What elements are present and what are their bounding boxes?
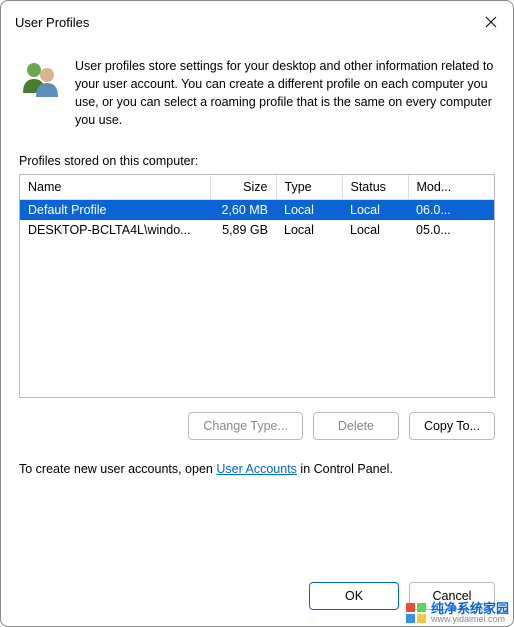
ok-button[interactable]: OK	[309, 582, 399, 610]
cell-modified: 06.0...	[408, 199, 494, 220]
cell-size: 5,89 GB	[210, 220, 276, 240]
table-header-row: Name Size Type Status Mod...	[20, 175, 494, 200]
profiles-label: Profiles stored on this computer:	[19, 154, 495, 168]
intro-text: User profiles store settings for your de…	[75, 57, 495, 130]
column-header-status[interactable]: Status	[342, 175, 408, 200]
profile-action-buttons: Change Type... Delete Copy To...	[19, 412, 495, 440]
profiles-table-container: Name Size Type Status Mod... Default Pro…	[19, 174, 495, 398]
column-header-size[interactable]: Size	[210, 175, 276, 200]
users-icon	[19, 57, 63, 101]
close-button[interactable]	[483, 14, 499, 30]
dialog-content: User profiles store settings for your de…	[1, 39, 513, 508]
cell-type: Local	[276, 199, 342, 220]
help-text: To create new user accounts, open User A…	[19, 462, 495, 476]
column-header-name[interactable]: Name	[20, 175, 210, 200]
profiles-table: Name Size Type Status Mod... Default Pro…	[20, 175, 494, 240]
change-type-button[interactable]: Change Type...	[188, 412, 303, 440]
table-row[interactable]: Default Profile2,60 MBLocalLocal06.0...	[20, 199, 494, 220]
dialog-buttons: OK Cancel	[309, 582, 495, 610]
copy-to-button[interactable]: Copy To...	[409, 412, 495, 440]
column-header-modified[interactable]: Mod...	[408, 175, 494, 200]
help-prefix: To create new user accounts, open	[19, 462, 216, 476]
user-profiles-dialog: User Profiles User profiles store settin…	[0, 0, 514, 627]
close-icon	[485, 16, 497, 28]
cell-name: Default Profile	[20, 199, 210, 220]
cell-size: 2,60 MB	[210, 199, 276, 220]
delete-button[interactable]: Delete	[313, 412, 399, 440]
titlebar: User Profiles	[1, 1, 513, 39]
cancel-button[interactable]: Cancel	[409, 582, 495, 610]
table-row[interactable]: DESKTOP-BCLTA4L\windo...5,89 GBLocalLoca…	[20, 220, 494, 240]
cell-modified: 05.0...	[408, 220, 494, 240]
cell-name: DESKTOP-BCLTA4L\windo...	[20, 220, 210, 240]
window-title: User Profiles	[15, 15, 89, 30]
intro-section: User profiles store settings for your de…	[19, 57, 495, 130]
cell-type: Local	[276, 220, 342, 240]
cell-status: Local	[342, 199, 408, 220]
column-header-type[interactable]: Type	[276, 175, 342, 200]
user-accounts-link[interactable]: User Accounts	[216, 462, 297, 476]
watermark-url: www.yidaimei.com	[431, 615, 509, 624]
help-suffix: in Control Panel.	[297, 462, 393, 476]
cell-status: Local	[342, 220, 408, 240]
